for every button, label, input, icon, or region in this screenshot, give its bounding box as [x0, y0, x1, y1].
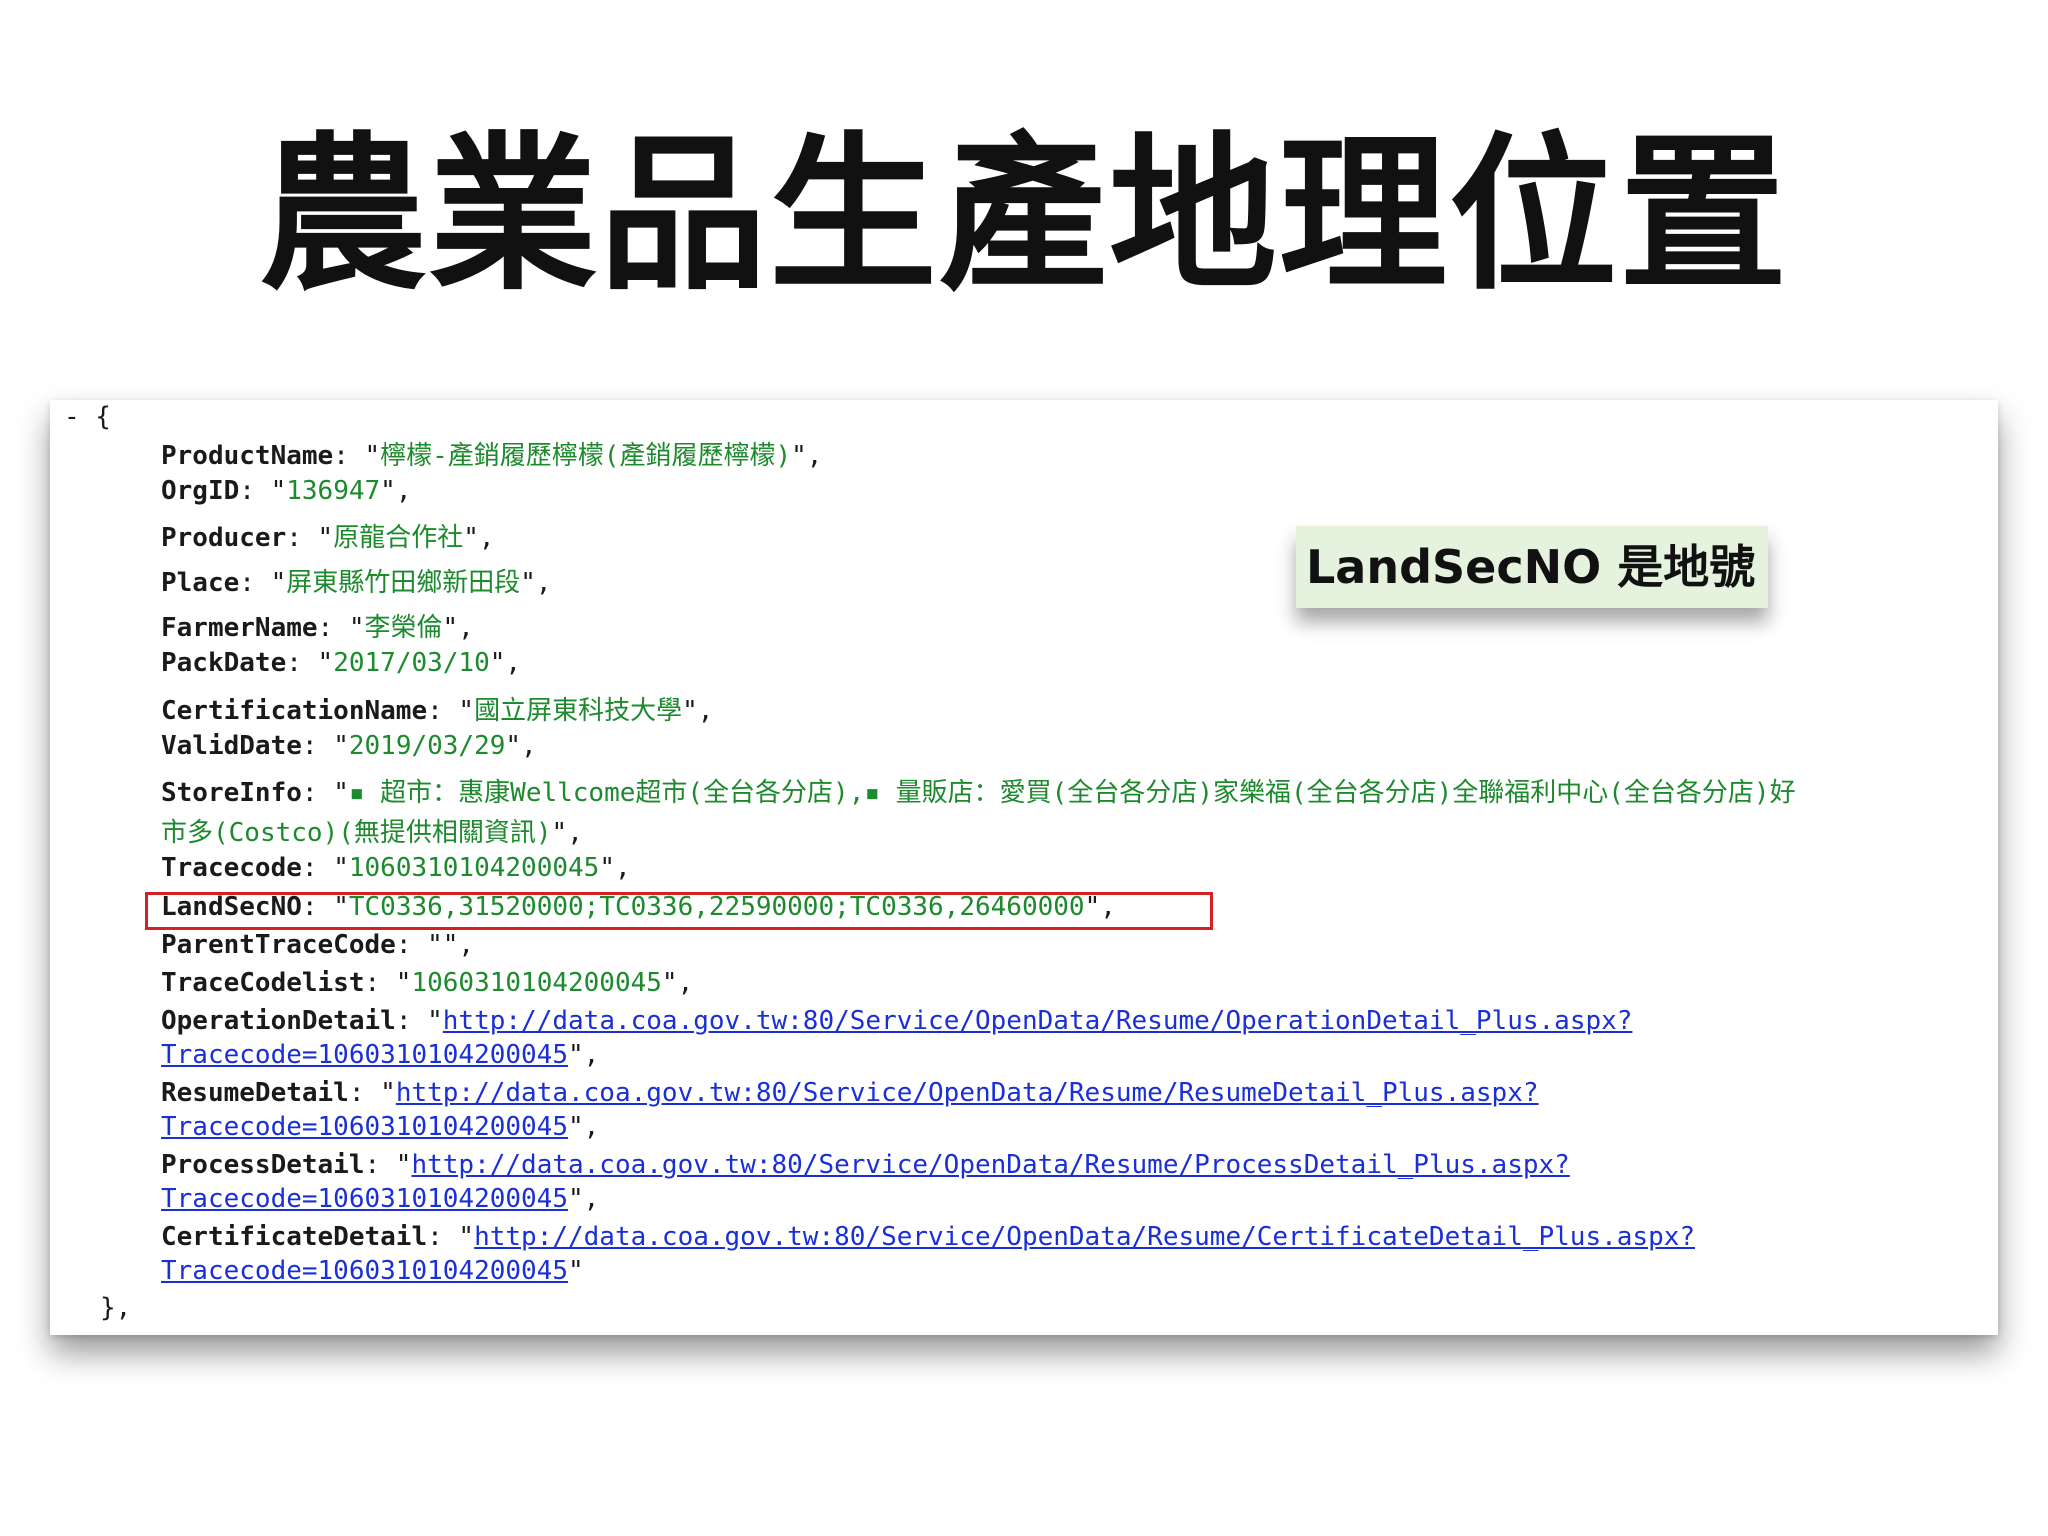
json-key: CertificateDetail: [161, 1222, 428, 1252]
operationdetail-link[interactable]: http://data.coa.gov.tw:80/Service/OpenDa…: [443, 1006, 1633, 1036]
json-close-brace: },: [100, 1293, 132, 1323]
json-value: 檸檬-產銷履歷檸檬(產銷履歷檸檬): [380, 441, 792, 471]
resumedetail-link[interactable]: http://data.coa.gov.tw:80/Service/OpenDa…: [396, 1078, 1539, 1108]
json-field-resumedetail-continued: Tracecode=1060310104200045",: [161, 1112, 600, 1142]
json-field-tracecodelist: TraceCodelist: "1060310104200045",: [161, 968, 694, 998]
json-field-certificatedetail-continued: Tracecode=1060310104200045": [161, 1256, 584, 1286]
json-key: CertificationName: [161, 696, 428, 726]
json-field-resumedetail: ResumeDetail: "http://data.coa.gov.tw:80…: [161, 1078, 1539, 1108]
json-key: ResumeDetail: [161, 1078, 349, 1108]
json-field-validdate: ValidDate: "2019/03/29",: [161, 731, 537, 761]
json-field-processdetail: ProcessDetail: "http://data.coa.gov.tw:8…: [161, 1150, 1570, 1180]
json-value: ▪ 超市：惠康Wellcome超市(全台各分店),▪ 量販店：愛買(全台各分店)…: [348, 778, 1796, 808]
processdetail-link[interactable]: http://data.coa.gov.tw:80/Service/OpenDa…: [411, 1150, 1569, 1180]
json-key: TraceCodelist: [161, 968, 365, 998]
json-field-orgid: OrgID: "136947",: [161, 476, 412, 506]
operationdetail-link-continued[interactable]: Tracecode=1060310104200045: [161, 1040, 568, 1070]
json-field-storeinfo: StoreInfo: "▪ 超市：惠康Wellcome超市(全台各分店),▪ 量…: [161, 778, 1796, 808]
json-field-storeinfo-continued: 市多(Costco)(無提供相關資訊)",: [161, 818, 583, 848]
json-field-processdetail-continued: Tracecode=1060310104200045",: [161, 1184, 600, 1214]
json-field-operationdetail-continued: Tracecode=1060310104200045",: [161, 1040, 600, 1070]
json-value: 136947: [286, 476, 381, 506]
json-value: 1060310104200045: [348, 853, 600, 883]
json-field-parenttracecode: ParentTraceCode: "",: [161, 930, 475, 960]
json-key: FarmerName: [161, 613, 318, 643]
json-value: 1060310104200045: [411, 968, 662, 998]
resumedetail-link-continued[interactable]: Tracecode=1060310104200045: [161, 1112, 568, 1142]
json-value: 原龍合作社: [333, 523, 464, 553]
json-key: OperationDetail: [161, 1006, 396, 1036]
json-field-place: Place: "屏東縣竹田鄉新田段",: [161, 568, 552, 598]
json-value: 屏東縣竹田鄉新田段: [286, 568, 521, 598]
certificatedetail-link-continued[interactable]: Tracecode=1060310104200045: [161, 1256, 568, 1286]
json-key: OrgID: [161, 476, 240, 506]
json-field-tracecode: Tracecode: "1060310104200045",: [161, 853, 631, 883]
json-key: Place: [161, 568, 240, 598]
processdetail-link-continued[interactable]: Tracecode=1060310104200045: [161, 1184, 568, 1214]
json-key: PackDate: [161, 648, 287, 678]
page-title: 農業品生產地理位置: [259, 117, 1789, 313]
landsecno-callout: LandSecNO 是地號: [1296, 526, 1768, 608]
json-value: 2019/03/29: [348, 731, 506, 761]
json-key: ProcessDetail: [161, 1150, 365, 1180]
json-value: 李榮倫: [364, 613, 443, 643]
json-field-producer: Producer: "原龍合作社",: [161, 523, 495, 553]
json-key: Tracecode: [161, 853, 302, 883]
json-value: 2017/03/10: [333, 648, 490, 678]
json-value: 市多(Costco)(無提供相關資訊): [161, 818, 552, 848]
json-field-certificationname: CertificationName: "國立屏東科技大學",: [161, 696, 714, 726]
json-field-productname: ProductName: "檸檬-產銷履歷檸檬(產銷履歷檸檬)",: [161, 441, 823, 471]
json-value: 國立屏東科技大學: [474, 696, 683, 726]
collapse-toggle[interactable]: - {: [64, 402, 111, 432]
json-field-farmername: FarmerName: "李榮倫",: [161, 613, 474, 643]
json-key: ValidDate: [161, 731, 302, 761]
certificatedetail-link[interactable]: http://data.coa.gov.tw:80/Service/OpenDa…: [474, 1222, 1695, 1252]
json-key: ParentTraceCode: [161, 930, 396, 960]
json-field-operationdetail: OperationDetail: "http://data.coa.gov.tw…: [161, 1006, 1633, 1036]
json-field-packdate: PackDate: "2017/03/10",: [161, 648, 522, 678]
json-field-certificatedetail: CertificateDetail: "http://data.coa.gov.…: [161, 1222, 1696, 1252]
json-key: StoreInfo: [161, 778, 302, 808]
json-key: ProductName: [161, 441, 334, 471]
json-key: Producer: [161, 523, 287, 553]
landsecno-highlight-box: [145, 892, 1213, 930]
